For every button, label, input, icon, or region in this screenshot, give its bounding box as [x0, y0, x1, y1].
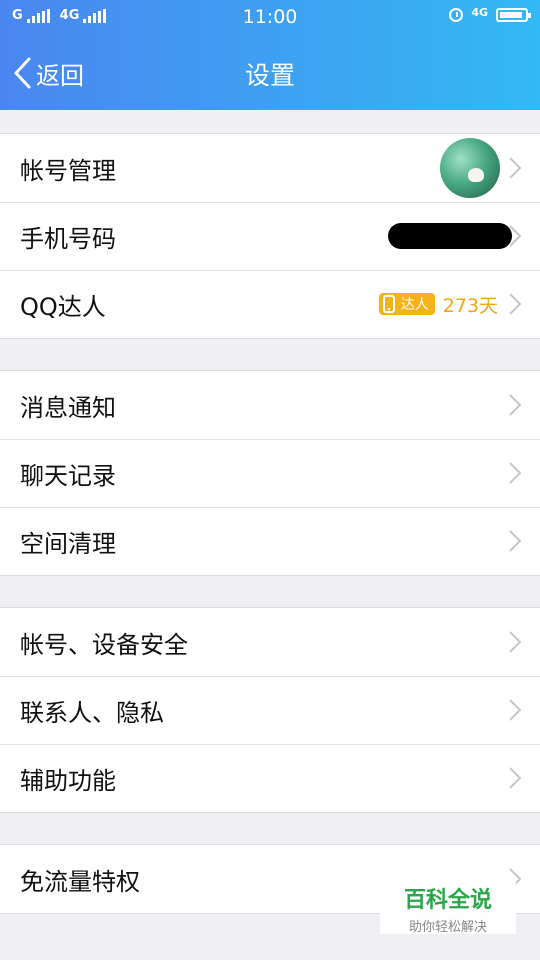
row-storage-cleanup[interactable]: 空间清理: [0, 507, 540, 575]
alarm-icon: [449, 8, 464, 22]
row-phone-number[interactable]: 手机号码: [0, 202, 540, 270]
chevron-right-icon: [509, 157, 522, 179]
page-title: 设置: [244, 61, 295, 90]
row-label: 聊天记录: [20, 461, 116, 490]
row-right: [388, 202, 512, 270]
redacted-phone: [388, 223, 512, 249]
chevron-right-icon: [509, 225, 522, 247]
row-qq-master[interactable]: QQ达人 达人 273天: [0, 270, 540, 338]
row-label: 辅助功能: [20, 766, 116, 795]
settings-group-security: 帐号、设备安全 联系人、隐私 辅助功能: [0, 607, 540, 813]
watermark-subtitle: 助你轻松解决: [408, 920, 487, 935]
settings-group-messages: 消息通知 聊天记录 空间清理: [0, 370, 540, 576]
header: G 4G 11:00 4G 返回 设置: [0, 0, 540, 110]
nav-bar: 返回 设置: [0, 36, 540, 110]
chevron-right-icon: [509, 293, 522, 315]
settings-screen: G 4G 11:00 4G 返回 设置 帐号管理 手机号码 QQ达人 达人 27…: [0, 0, 540, 960]
avatar: [440, 138, 500, 198]
chevron-right-icon: [509, 462, 522, 484]
days-count: 273天: [442, 294, 498, 317]
row-label: 消息通知: [20, 393, 116, 422]
chevron-right-icon: [509, 767, 522, 789]
battery-icon: [496, 8, 531, 22]
chevron-right-icon: [509, 530, 522, 552]
status-bar: G 4G 11:00 4G: [0, 0, 540, 36]
qq-master-badge: 达人 273天: [378, 270, 498, 338]
row-label: 联系人、隐私: [20, 698, 164, 727]
chevron-right-icon: [509, 394, 522, 416]
row-label: 免流量特权: [20, 867, 140, 896]
phone-icon: [382, 295, 395, 313]
watermark-title: 百科全说: [403, 888, 492, 913]
settings-group-account: 帐号管理 手机号码 QQ达人 达人 273天: [0, 133, 540, 339]
chevron-right-icon: [509, 631, 522, 653]
chevron-right-icon: [509, 699, 522, 721]
row-label: 帐号、设备安全: [20, 630, 188, 659]
status-right: 4G: [449, 5, 531, 22]
row-label: 帐号管理: [20, 156, 116, 185]
row-accessibility[interactable]: 辅助功能: [0, 744, 540, 812]
network-label: 4G: [471, 5, 488, 19]
watermark: 百科全说 助你轻松解决: [380, 876, 516, 935]
row-notifications[interactable]: 消息通知: [0, 371, 540, 439]
row-right: [440, 134, 500, 202]
row-account-management[interactable]: 帐号管理: [0, 134, 540, 202]
row-chat-history[interactable]: 聊天记录: [0, 439, 540, 507]
row-label: 空间清理: [20, 529, 116, 558]
row-account-device-security[interactable]: 帐号、设备安全: [0, 608, 540, 676]
badge-text: 达人: [400, 297, 429, 313]
row-label: 手机号码: [20, 224, 116, 253]
row-contacts-privacy[interactable]: 联系人、隐私: [0, 676, 540, 744]
row-label: QQ达人: [20, 292, 106, 321]
master-badge: 达人: [378, 293, 435, 315]
